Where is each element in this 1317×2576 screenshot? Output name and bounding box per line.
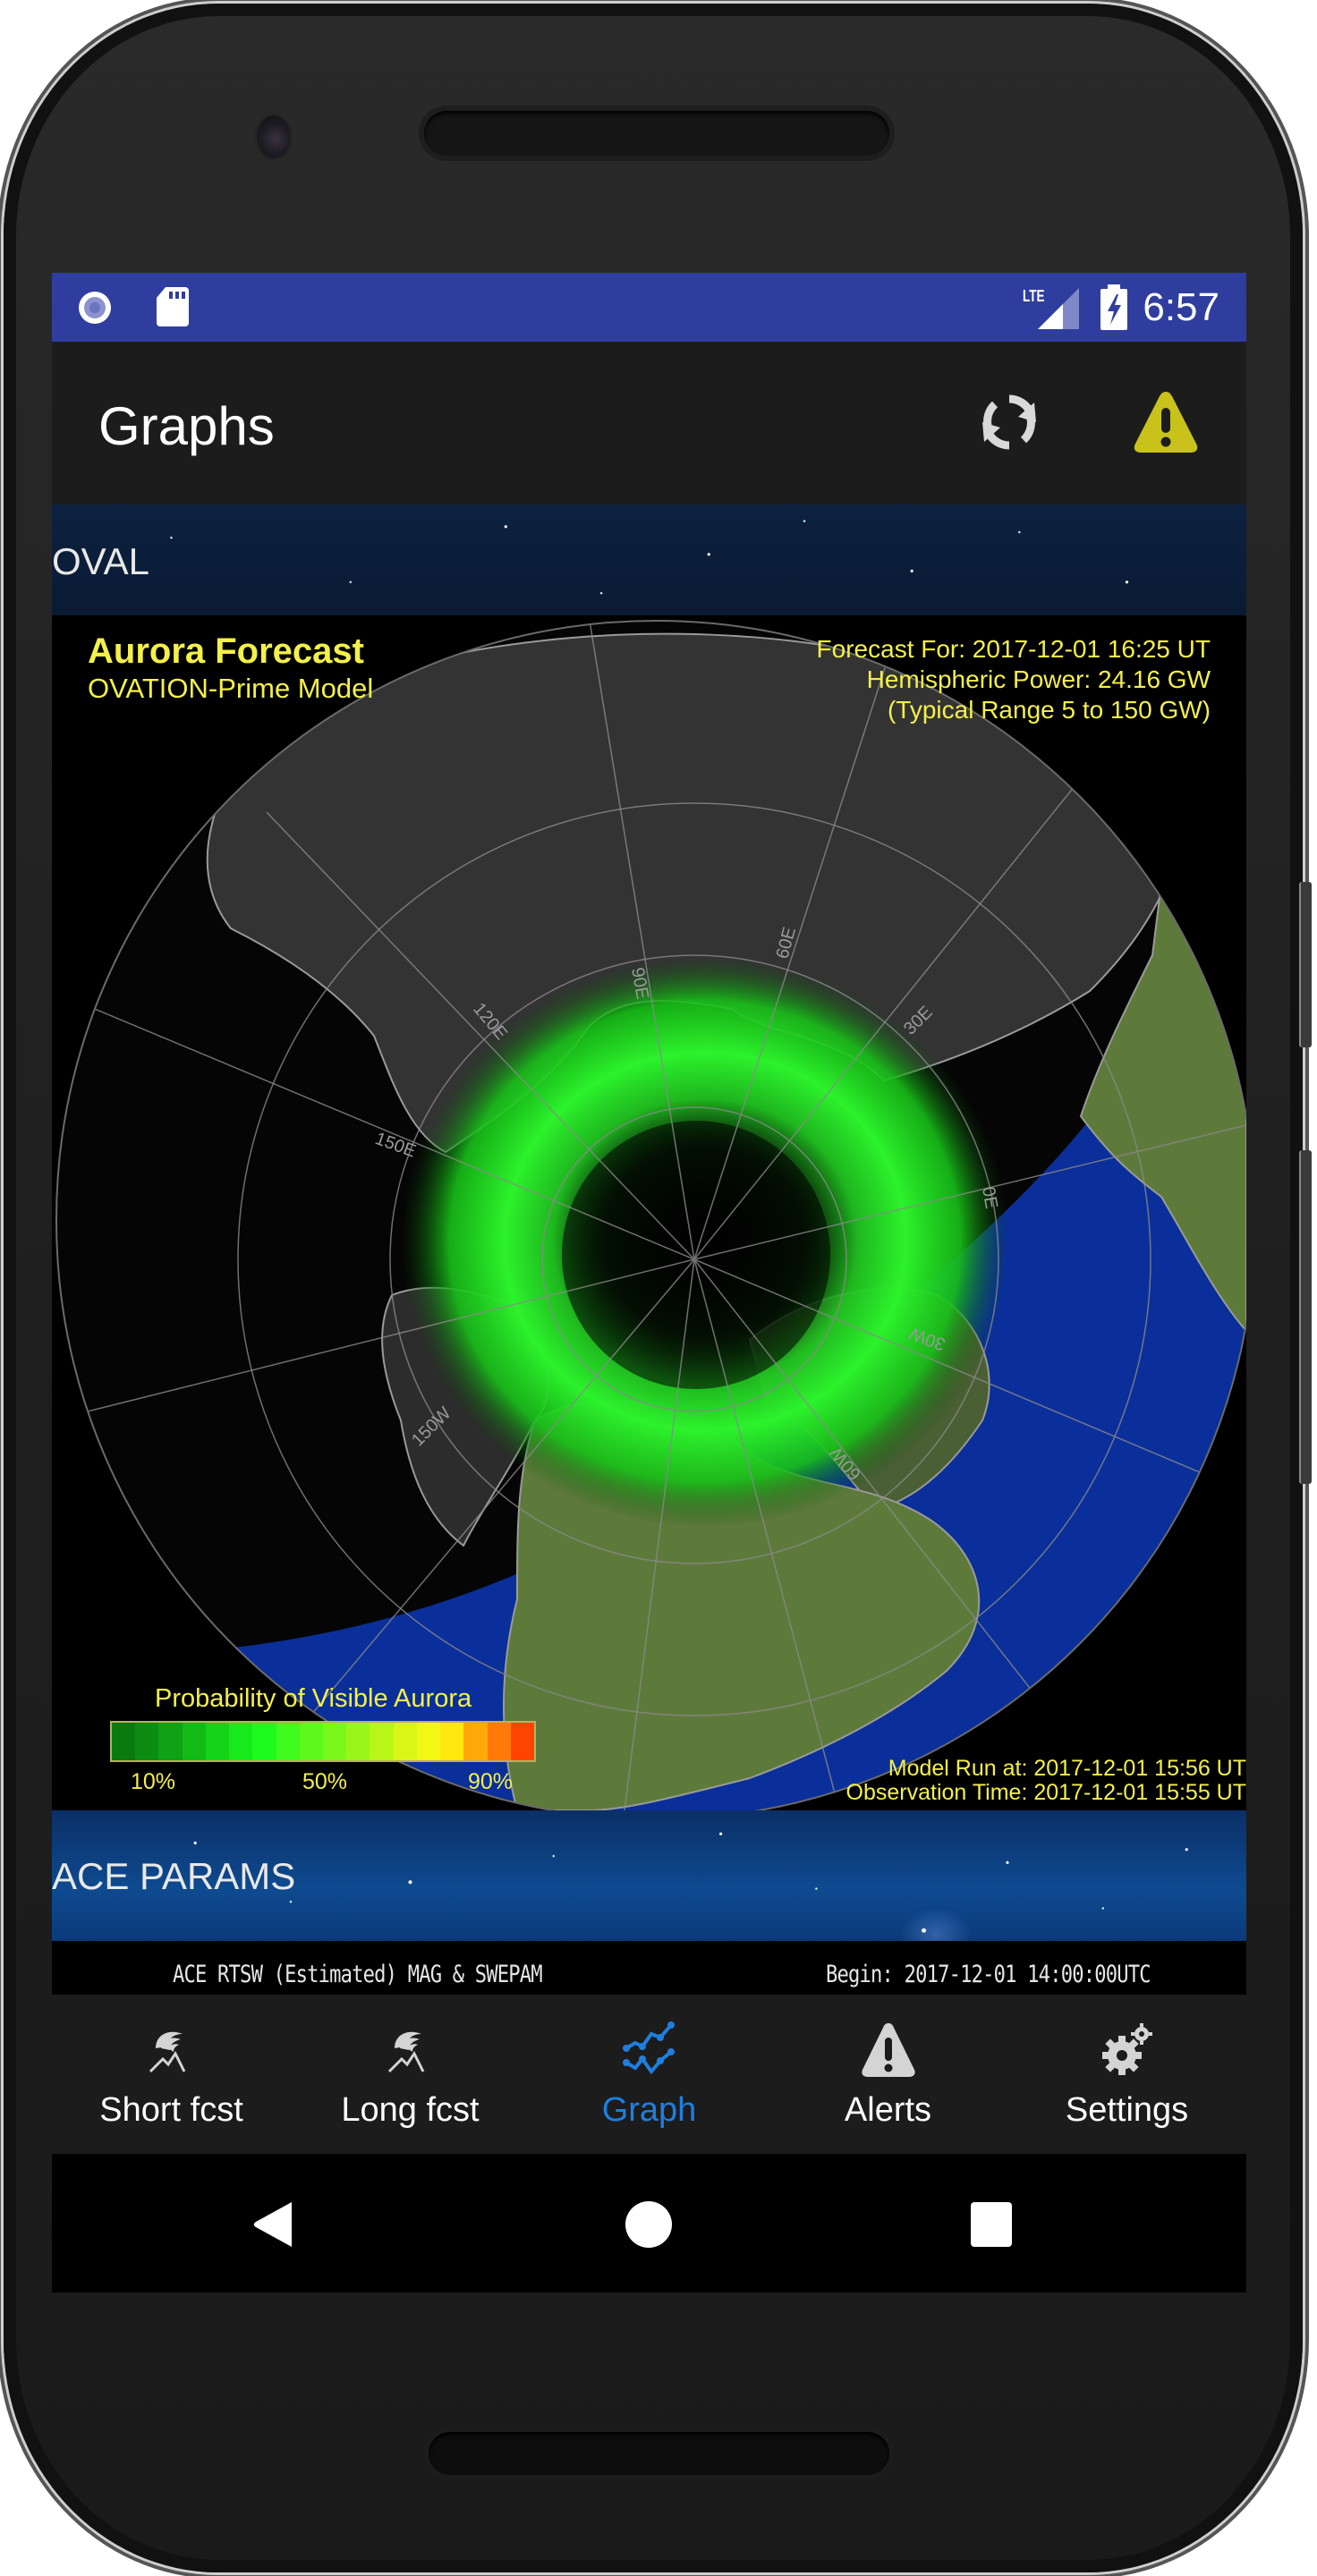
ace-chart-begin-time: Begin: 2017-12-01 14:00:00UTC: [826, 1961, 1151, 1988]
map-subtitle: OVATION-Prime Model: [88, 673, 374, 704]
legend-color-step: [463, 1723, 488, 1760]
legend-color-step: [370, 1723, 394, 1760]
aurora-mountain-icon: [387, 2031, 424, 2073]
gears-icon: [1101, 2023, 1152, 2075]
volume-button: [1299, 882, 1312, 1047]
aurora-globe: 90E 60E 120E 150E 30E 0E 30W 60W 150W: [55, 620, 1246, 1810]
bottom-speaker: [429, 2432, 889, 2475]
legend-color-step: [252, 1723, 276, 1760]
legend-color-step: [416, 1723, 441, 1760]
recents-button[interactable]: [969, 2200, 1014, 2249]
nav-item-short-fcst[interactable]: Short fcst: [52, 1995, 291, 2154]
legend-color-step: [440, 1723, 464, 1760]
legend-color-step: [205, 1723, 230, 1760]
battery-charging-icon: [1100, 284, 1127, 330]
hemispheric-power: Hemispheric Power: 24.16 GW: [866, 665, 1211, 693]
back-icon: [253, 2202, 292, 2247]
legend-tick: 50%: [302, 1769, 348, 1794]
graph-icon: [622, 2021, 675, 2075]
ace-section-label: ACE PARAMS: [52, 1855, 296, 1897]
screen: LTE 6:57 Graphs OVAL 90E 60E 120E 150E 3…: [52, 273, 1246, 2292]
ace-section-header: ACE PARAMS: [52, 1810, 1246, 1941]
status-bar: LTE 6:57: [52, 273, 1246, 342]
aurora-mountain-icon: [149, 2031, 185, 2073]
alert-button[interactable]: [1130, 386, 1202, 458]
forecast-for: Forecast For: 2017-12-01 16:25 UT: [816, 635, 1211, 663]
recents-icon: [971, 2202, 1012, 2247]
legend-color-step: [229, 1723, 253, 1760]
observation-time: Observation Time: 2017-12-01 15:55 UT: [845, 1780, 1246, 1805]
legend-color-step: [135, 1723, 159, 1760]
record-icon: [79, 292, 111, 324]
clock: 6:57: [1143, 285, 1219, 329]
oval-section-header: OVAL: [52, 504, 1246, 615]
legend-color-step: [346, 1723, 370, 1760]
aurora-forecast-map[interactable]: 90E 60E 120E 150E 30E 0E 30W 60W 150W Au…: [52, 615, 1246, 1810]
oval-section-label: OVAL: [52, 540, 149, 582]
earpiece-speaker: [424, 111, 889, 156]
sd-card-icon: [157, 287, 189, 326]
legend-color-step: [276, 1723, 300, 1760]
typical-range: (Typical Range 5 to 150 GW): [887, 696, 1211, 724]
ace-chart-title: ACE RTSW (Estimated) MAG & SWEPAM: [173, 1961, 543, 1988]
nav-item-settings[interactable]: Settings: [1007, 1995, 1246, 2154]
legend-title: Probability of Visible Aurora: [155, 1684, 472, 1713]
refresh-button[interactable]: [973, 386, 1045, 458]
power-button: [1299, 1150, 1312, 1484]
page-title: Graphs: [98, 396, 275, 456]
nav-label: Long fcst: [341, 2091, 480, 2129]
nav-label: Graph: [601, 2091, 697, 2129]
legend-color-step: [393, 1723, 417, 1760]
legend-color-step: [510, 1723, 534, 1760]
legend-tick: 10%: [131, 1769, 176, 1794]
nav-item-long-fcst[interactable]: Long fcst: [291, 1995, 530, 2154]
legend-color-step: [158, 1723, 183, 1760]
front-camera: [257, 115, 291, 158]
warning-icon: [861, 2023, 915, 2077]
model-run-time: Model Run at: 2017-12-01 15:56 UT: [888, 1756, 1246, 1781]
legend-color-step: [487, 1723, 511, 1760]
system-navigation-bar: [52, 2154, 1246, 2292]
nav-label: Alerts: [844, 2091, 932, 2129]
legend-color-step: [299, 1723, 323, 1760]
nav-item-graph[interactable]: Graph: [530, 1995, 769, 2154]
legend-tick: 90%: [468, 1769, 514, 1794]
bottom-navigation: Short fcst Long fcst Graph Alerts Settin…: [52, 1995, 1246, 2154]
nav-label: Short fcst: [99, 2091, 243, 2129]
map-title: Aurora Forecast: [88, 631, 364, 671]
legend-color-step: [322, 1723, 347, 1760]
home-icon: [625, 2201, 672, 2248]
ace-chart[interactable]: ACE RTSW (Estimated) MAG & SWEPAM Begin:…: [52, 1941, 1246, 1995]
back-button[interactable]: [251, 2200, 295, 2249]
app-bar: Graphs: [52, 342, 1246, 504]
warning-icon: [1134, 392, 1198, 453]
legend-color-step: [182, 1723, 206, 1760]
nav-label: Settings: [1065, 2091, 1189, 2129]
home-button[interactable]: [625, 2200, 673, 2249]
legend-color-step: [112, 1723, 136, 1760]
lte-signal-icon: [1038, 288, 1079, 329]
probability-color-scale: [110, 1721, 536, 1762]
refresh-icon: [982, 394, 1036, 450]
nav-item-alerts[interactable]: Alerts: [769, 1995, 1007, 2154]
lon-label: 0E: [978, 1185, 1001, 1210]
